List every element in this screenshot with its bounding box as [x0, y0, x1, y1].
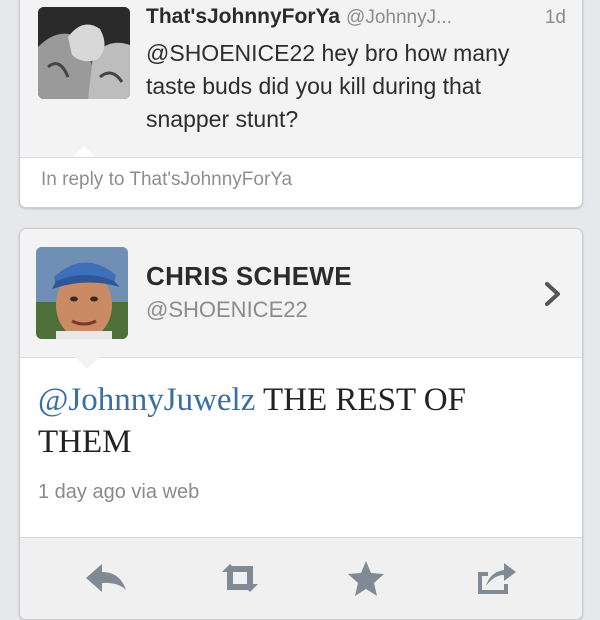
reply-tweet-card[interactable]: That'sJohnnyForYa @JohnnyJ... 1d @SHOENIC…	[19, 0, 583, 208]
divider	[20, 357, 582, 358]
chevron-right-icon[interactable]	[542, 279, 564, 309]
reply-tweet[interactable]: That'sJohnnyForYa @JohnnyJ... 1d @SHOENIC…	[20, 0, 582, 157]
display-name[interactable]: That'sJohnnyForYa	[146, 5, 340, 28]
tweet-body: @JohnnyJuwelz THE REST OF THEM	[38, 379, 558, 463]
conversation-notch	[73, 146, 95, 157]
share-icon[interactable]	[472, 558, 520, 598]
reply-arrow-icon[interactable]	[82, 558, 130, 598]
profile-name: CHRIS SCHEWE	[146, 261, 352, 291]
profile-row[interactable]: CHRIS SCHEWE @SHOENICE22	[20, 229, 582, 357]
timestamp: 1d	[544, 7, 566, 28]
profile-handle: @SHOENICE22	[146, 297, 308, 322]
tweet-text: @SHOENICE22 hey bro how many taste buds …	[146, 40, 510, 132]
star-icon[interactable]	[342, 558, 390, 598]
mention-link[interactable]: @JohnnyJuwelz	[38, 382, 255, 418]
conversation-notch	[75, 357, 99, 369]
divider	[20, 157, 582, 158]
handle[interactable]: @JohnnyJ...	[346, 7, 452, 28]
tweet-detail-card: CHRIS SCHEWE @SHOENICE22 @JohnnyJuwelz T…	[19, 228, 583, 620]
avatar[interactable]	[38, 7, 130, 99]
action-bar	[20, 537, 582, 619]
in-reply-to-link[interactable]: In reply to That'sJohnnyForYa	[41, 169, 292, 191]
tweet-meta: 1 day ago via web	[38, 481, 200, 503]
retweet-icon[interactable]	[216, 558, 264, 598]
tweet-header: That'sJohnnyForYa @JohnnyJ... 1d	[146, 5, 566, 29]
avatar[interactable]	[36, 247, 128, 339]
